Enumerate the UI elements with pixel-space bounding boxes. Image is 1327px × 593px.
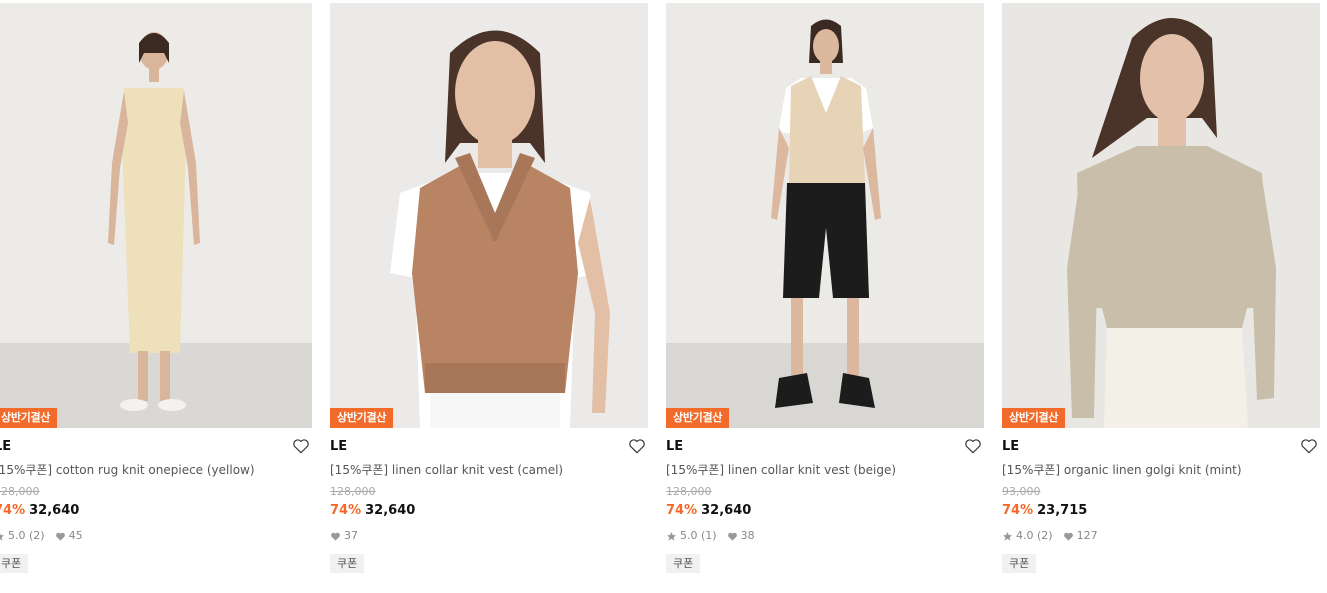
sale-price: 32,640 [701,503,752,518]
heart-filled-icon [331,532,340,541]
brand-name[interactable]: LE [1002,438,1320,456]
star-icon [0,532,5,541]
model-photo [1067,18,1276,428]
price-row: 74% 23,715 [1002,502,1320,520]
sale-price: 32,640 [365,503,416,518]
sale-price: 32,640 [29,503,80,518]
original-price: 93,000 [1002,485,1041,498]
product-image[interactable]: 상반기결산 [0,3,312,428]
heart-outline-icon[interactable] [292,437,310,455]
product-image[interactable]: 상반기결산 [330,3,648,428]
coupon-tag: 쿠폰 [0,554,29,573]
brand-name[interactable]: LE [666,438,984,456]
like-count: 127 [1076,529,1098,542]
heart-filled-icon [727,532,737,541]
price-row: 74%32,640 [666,502,984,520]
sale-badge: 상반기결산 [666,408,730,428]
product-image[interactable]: 상반기결산 [1002,3,1320,428]
model-photo [771,19,881,408]
original-price: 128,000 [330,485,376,498]
sale-badge: 상반기결산 [0,408,58,428]
star-icon [666,531,677,541]
product-name[interactable]: [15%쿠폰] organic linen golgi knit (mint) [1002,462,1320,478]
heart-outline-icon[interactable] [1300,437,1318,455]
heart-filled-icon [1063,532,1073,541]
product-stats: 5.0 (1) 38 [666,529,984,543]
review-count: (2) [1037,529,1053,542]
product-stats: 4.0 (2) 127 [1002,529,1320,543]
review-count: (1) [701,529,717,542]
discount-rate: 74% [666,503,698,518]
like-count: 38 [740,529,755,542]
review-count: (2) [29,529,45,542]
original-price: 128,000 [666,485,712,498]
heart-outline-icon[interactable] [964,437,982,455]
brand-name[interactable]: LE [0,438,312,456]
product-stats: 37 [330,529,648,543]
product-card[interactable]: 상반기결산 LE [15%쿠폰] linen collar knit vest … [666,3,984,573]
product-name[interactable]: [15%쿠폰] linen collar knit vest (beige) [666,462,984,478]
coupon-tag: 쿠폰 [666,554,701,573]
product-image[interactable]: 상반기결산 [666,3,984,428]
heart-outline-icon[interactable] [628,437,646,455]
product-card[interactable]: 상반기결산 LE [15%쿠폰] linen collar knit vest … [330,3,648,573]
heart-filled-icon [55,532,65,541]
price-row: 74%32,640 [330,502,648,520]
model-photo [390,30,610,428]
discount-rate: 74% [330,503,362,518]
discount-rate: 74% [1002,503,1034,518]
rating-value: 5.0 [8,529,26,542]
product-stats: 5.0 (2) 45 [0,529,312,543]
like-count: 37 [344,529,358,542]
star-icon [1002,531,1013,541]
price-row: 74%32,640 [0,502,312,520]
product-grid: 상반기결산 LE [15%쿠폰] cotton rug knit onepiec… [0,0,1327,593]
product-name[interactable]: [15%쿠폰] cotton rug knit onepiece (yellow… [0,462,312,478]
product-card[interactable]: 상반기결산 LE [15%쿠폰] organic linen golgi kni… [1002,3,1320,573]
sale-price: 23,715 [1037,503,1088,518]
like-count: 45 [68,529,83,542]
sale-badge: 상반기결산 [1002,408,1066,428]
brand-name[interactable]: LE [330,438,648,456]
original-price: 128,000 [0,485,40,498]
model-photo [108,32,200,411]
product-name[interactable]: [15%쿠폰] linen collar knit vest (camel) [330,462,648,478]
rating-value: 4.0 [1016,529,1034,542]
rating-value: 5.0 [680,529,698,542]
product-card[interactable]: 상반기결산 LE [15%쿠폰] cotton rug knit onepiec… [0,3,312,573]
coupon-tag: 쿠폰 [1002,554,1037,573]
coupon-tag: 쿠폰 [330,554,365,573]
discount-rate: 74% [0,503,26,518]
sale-badge: 상반기결산 [330,408,394,428]
